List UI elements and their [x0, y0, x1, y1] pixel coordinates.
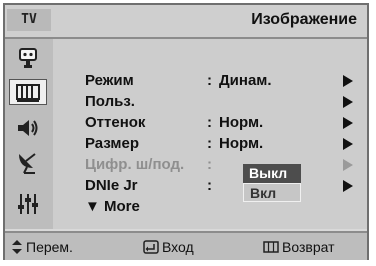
menu-return-icon [263, 241, 279, 253]
menu-item-more[interactable]: ▼ More [85, 198, 355, 218]
footer-back-hint: Возврат [263, 239, 335, 255]
menu-item-dnie[interactable]: DNIe Jr : [85, 177, 355, 197]
input-connector-icon [19, 48, 37, 68]
menu-item-tint[interactable]: Оттенок : Норм. [85, 114, 355, 134]
more-label: ▼ More [85, 198, 140, 215]
footer-move-label: Перем. [26, 239, 73, 255]
menu-item-value: Норм. [219, 135, 264, 152]
sidebar-item-picture[interactable] [9, 79, 47, 105]
picture-menu: Режим : Динам. Польз. Оттенок : Норм. Ра… [53, 39, 367, 229]
menu-item-size[interactable]: Размер : Норм. [85, 135, 355, 155]
submenu-arrow-icon [343, 75, 353, 87]
submenu-arrow-icon [343, 159, 353, 171]
footer-move-hint: Перем. [11, 239, 73, 255]
dropdown-option-off[interactable]: Выкл [243, 164, 301, 183]
antenna-channel-icon [19, 153, 36, 174]
sidebar-item-setup[interactable] [9, 191, 47, 217]
menu-item-custom[interactable]: Польз. [85, 93, 355, 113]
menu-item-label: Оттенок [85, 114, 146, 131]
menu-item-label: Цифр. ш/под. [85, 156, 185, 173]
header-bar: TV Изображение [5, 5, 367, 39]
menu-item-value: Норм. [219, 114, 264, 131]
menu-item-label: Режим [85, 72, 134, 89]
menu-item-digital-subtitle: Цифр. ш/под. : [85, 156, 355, 176]
sidebar-item-channel[interactable] [9, 149, 47, 175]
enter-icon [143, 240, 159, 254]
picture-icon [16, 84, 40, 102]
submenu-arrow-icon [343, 96, 353, 108]
submenu-arrow-icon [343, 180, 353, 192]
submenu-arrow-icon [343, 117, 353, 129]
footer-bar: Перем. Вход Возврат [5, 231, 367, 260]
sidebar-item-sound[interactable] [9, 115, 47, 141]
footer-back-label: Возврат [282, 239, 335, 255]
up-down-arrow-icon [12, 240, 22, 254]
sidebar-item-input[interactable] [9, 45, 47, 71]
menu-item-label: Польз. [85, 93, 135, 110]
tv-osd-menu: TV Изображение Режим: Динам. Польз. Отт… [3, 3, 369, 260]
sidebar [5, 39, 53, 229]
dropdown-option-on[interactable]: Вкл [243, 183, 301, 202]
option-dropdown[interactable]: Выкл Вкл [243, 164, 301, 202]
footer-enter-label: Вход [162, 239, 194, 255]
menu-item-label: DNIe Jr [85, 177, 138, 194]
menu-item-label: Размер [85, 135, 140, 152]
sound-icon [18, 120, 38, 136]
page-title: Изображение [251, 11, 357, 28]
menu-item-value: Динам. [219, 72, 272, 89]
submenu-arrow-icon [343, 138, 353, 150]
menu-item-mode[interactable]: Режим : Динам. [85, 72, 355, 92]
tv-label: TV [7, 9, 51, 31]
setup-sliders-icon [18, 194, 38, 214]
footer-enter-hint: Вход [143, 239, 194, 255]
